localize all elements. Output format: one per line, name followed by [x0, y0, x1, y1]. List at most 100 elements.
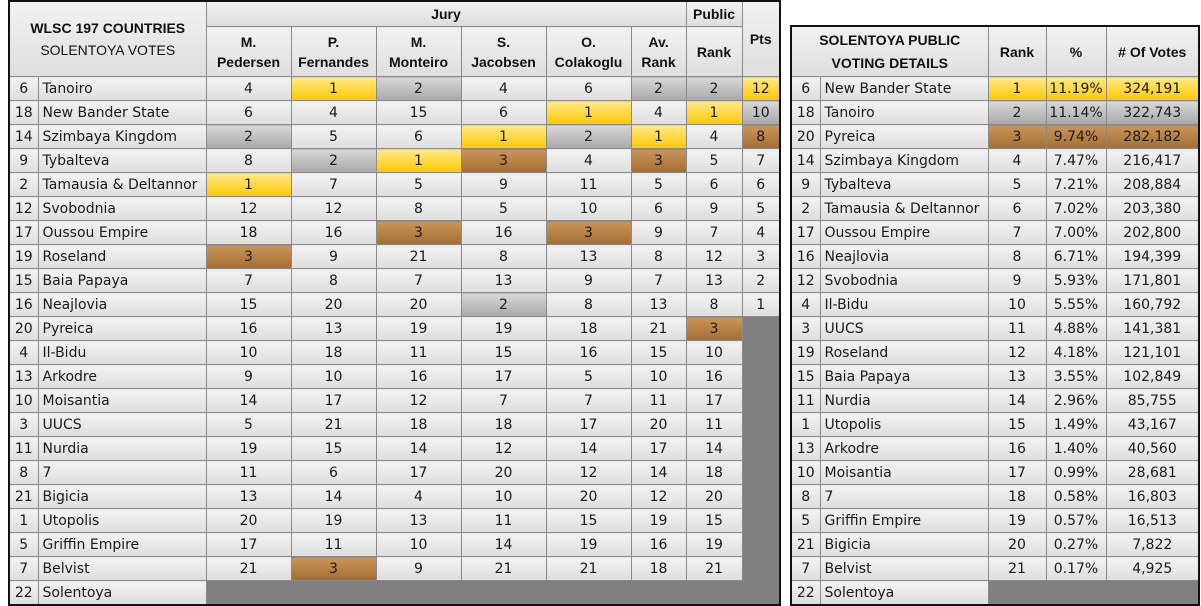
- row-index: 10: [8, 388, 39, 413]
- row-index: 1: [790, 412, 821, 437]
- pts-cell: [741, 340, 781, 365]
- colakoglu-cell: 11: [545, 172, 632, 197]
- colakoglu-cell: 1: [545, 100, 632, 125]
- pct-cell: 11.19%: [1045, 76, 1107, 101]
- jacobsen-cell: 20: [460, 460, 547, 485]
- table-row: 6 Tanoiro 4 1 2 4 6 2 2 12: [8, 76, 781, 101]
- pct-cell: 3.55%: [1045, 364, 1107, 389]
- monteiro-cell: 12: [375, 388, 462, 413]
- header-monteiro: M. Monteiro: [375, 26, 462, 77]
- votes-cell: 121,101: [1105, 340, 1200, 365]
- country-name: Utopolis: [37, 508, 207, 533]
- row-index: 19: [790, 340, 821, 365]
- fernandes-cell: 13: [290, 316, 377, 341]
- pedersen-cell: 8: [205, 148, 292, 173]
- rank-cell: 12: [987, 340, 1047, 365]
- table-row: 17 Oussou Empire 7 7.00% 202,800: [790, 220, 1200, 245]
- country-name: Belvist: [37, 556, 207, 581]
- fernandes-cell: 7: [290, 172, 377, 197]
- country-name: Griffin Empire: [819, 508, 989, 533]
- votes-cell: 40,560: [1105, 436, 1200, 461]
- table-row: 3 UUCS 11 4.88% 141,381: [790, 316, 1200, 341]
- pedersen-cell: 17: [205, 532, 292, 557]
- pts-cell: 2: [741, 268, 781, 293]
- table-row: 7 Belvist 21 3 9 21 21 18 21: [8, 556, 781, 581]
- country-name: Pyreica: [37, 316, 207, 341]
- rank-cell: 7: [987, 220, 1047, 245]
- av-rank-cell: 20: [630, 412, 687, 437]
- header-line1: M.: [410, 33, 427, 50]
- table-row: 13 Arkodre 9 10 16 17 5 10 16: [8, 364, 781, 389]
- table-row: 13 Arkodre 16 1.40% 40,560: [790, 436, 1200, 461]
- table-row: 2 Tamausia & Deltannor 6 7.02% 203,380: [790, 196, 1200, 221]
- row-index: 1: [8, 508, 39, 533]
- fernandes-cell: 4: [290, 100, 377, 125]
- pct-cell: 7.47%: [1045, 148, 1107, 173]
- public-rank-cell: 1: [685, 100, 743, 125]
- country-name: Tanoiro: [37, 76, 207, 101]
- av-rank-cell: 11: [630, 388, 687, 413]
- pedersen-cell: 10: [205, 340, 292, 365]
- public-rank-cell: 15: [685, 508, 743, 533]
- monteiro-cell: 3: [375, 220, 462, 245]
- row-index: 13: [8, 364, 39, 389]
- pct-cell: 9.74%: [1045, 124, 1107, 149]
- fernandes-cell: 21: [290, 412, 377, 437]
- pedersen-cell: 14: [205, 388, 292, 413]
- row-index: 13: [790, 436, 821, 461]
- jacobsen-cell: 8: [460, 244, 547, 269]
- empty-cell: [205, 580, 781, 606]
- header-fernandes: P. Fernandes: [290, 26, 377, 77]
- row-index: 20: [790, 124, 821, 149]
- table-row: 8 7 11 6 17 20 12 14 18: [8, 460, 781, 485]
- title-line2: SOLENTOYA VOTES: [40, 42, 176, 58]
- fernandes-cell: 20: [290, 292, 377, 317]
- votes-header: # Of Votes: [1105, 25, 1200, 77]
- country-name: Tanoiro: [819, 100, 989, 125]
- colakoglu-cell: 17: [545, 412, 632, 437]
- pedersen-cell: 5: [205, 412, 292, 437]
- header-line1: M.: [240, 33, 257, 50]
- country-name: UUCS: [37, 412, 207, 437]
- pct-cell: 0.99%: [1045, 460, 1107, 485]
- public-rank-cell: 19: [685, 532, 743, 557]
- fernandes-cell: 5: [290, 124, 377, 149]
- jacobsen-cell: 12: [460, 436, 547, 461]
- fernandes-cell: 18: [290, 340, 377, 365]
- row-index: 2: [8, 172, 39, 197]
- colakoglu-cell: 7: [545, 388, 632, 413]
- row-index: 16: [8, 292, 39, 317]
- country-name: Utopolis: [819, 412, 989, 437]
- pedersen-cell: 9: [205, 364, 292, 389]
- row-index: 14: [8, 124, 39, 149]
- row-index: 16: [790, 244, 821, 269]
- public-rank-cell: 11: [685, 412, 743, 437]
- monteiro-cell: 13: [375, 508, 462, 533]
- header-pedersen: M. Pedersen: [205, 26, 292, 77]
- public-rank-cell: 10: [685, 340, 743, 365]
- row-index: 2: [790, 196, 821, 221]
- country-name: Neajlovia: [37, 292, 207, 317]
- jacobsen-cell: 21: [460, 556, 547, 581]
- jacobsen-cell: 6: [460, 100, 547, 125]
- pedersen-cell: 2: [205, 124, 292, 149]
- row-index: 19: [8, 244, 39, 269]
- country-name: Solentoya: [819, 580, 989, 606]
- colakoglu-cell: 21: [545, 556, 632, 581]
- pts-cell: 10: [741, 100, 781, 125]
- header-av-rank: Av. Rank: [630, 26, 687, 77]
- pts-cell: 12: [741, 76, 781, 101]
- row-index: 3: [790, 316, 821, 341]
- pct-cell: 1.49%: [1045, 412, 1107, 437]
- monteiro-cell: 19: [375, 316, 462, 341]
- country-name: Pyreica: [819, 124, 989, 149]
- header-line1: O.: [581, 33, 596, 50]
- pedersen-cell: 16: [205, 316, 292, 341]
- pedersen-cell: 6: [205, 100, 292, 125]
- public-title-line1: SOLENTOYA PUBLIC: [819, 32, 961, 48]
- monteiro-cell: 7: [375, 268, 462, 293]
- table-row: 4 Il-Bidu 10 5.55% 160,792: [790, 292, 1200, 317]
- pts-cell: [741, 532, 781, 557]
- colakoglu-cell: 14: [545, 436, 632, 461]
- monteiro-cell: 5: [375, 172, 462, 197]
